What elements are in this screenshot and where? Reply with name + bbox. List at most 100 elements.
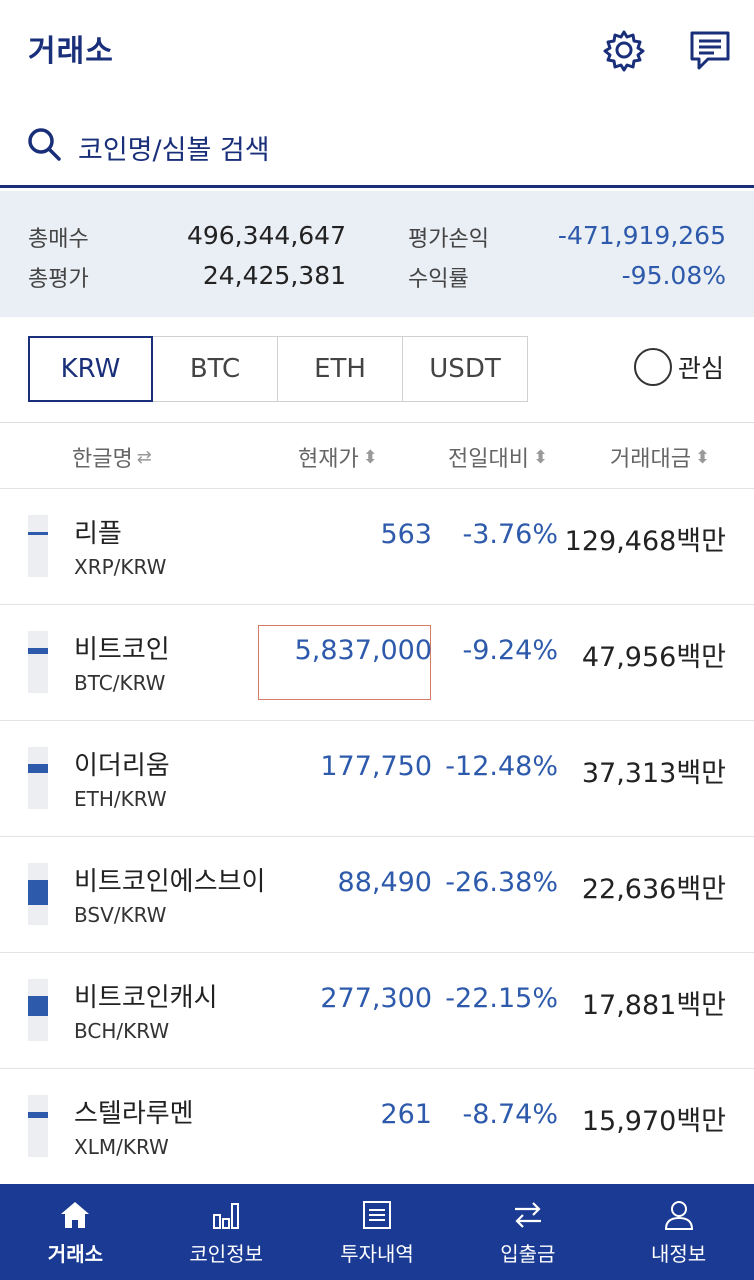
nav-coin-info[interactable]: 코인정보 xyxy=(151,1184,302,1280)
nav-deposit[interactable]: 입출금 xyxy=(452,1184,603,1280)
coin-change: -9.24% xyxy=(462,635,558,666)
favorites-toggle[interactable]: 관심 xyxy=(634,348,724,386)
total-eval-label: 총평가 xyxy=(28,267,89,292)
coin-pair: BSV/KRW xyxy=(74,903,167,927)
coin-change: -22.15% xyxy=(445,983,558,1014)
sort-icon: ⬍ xyxy=(362,446,378,468)
candle-indicator xyxy=(28,979,48,1041)
swap-icon: ⇄ xyxy=(136,446,152,468)
coin-name: 스텔라루멘 xyxy=(74,1099,194,1129)
sort-by-price[interactable]: 현재가 ⬍ xyxy=(298,441,378,473)
total-buy-value: 496,344,647 xyxy=(186,221,346,250)
total-buy-label: 총매수 xyxy=(28,227,89,252)
coin-pair: ETH/KRW xyxy=(74,787,167,811)
user-icon xyxy=(664,1200,693,1230)
coin-volume: 22,636백만 xyxy=(581,874,726,905)
coin-pair: XLM/KRW xyxy=(74,1135,169,1159)
coin-row-bsv[interactable]: 비트코인에스브이 BSV/KRW 88,490 -26.38% 22,636백만 xyxy=(0,837,754,953)
coin-name: 비트코인캐시 xyxy=(74,983,218,1013)
sort-by-change[interactable]: 전일대비 ⬍ xyxy=(448,441,548,473)
search-input[interactable]: 코인명/심볼 검색 xyxy=(78,128,270,167)
coin-change: -26.38% xyxy=(445,867,558,898)
favorites-radio[interactable] xyxy=(634,348,672,386)
candle-fill xyxy=(28,996,48,1016)
coin-row-bch[interactable]: 비트코인캐시 BCH/KRW 277,300 -22.15% 17,881백만 xyxy=(0,953,754,1069)
sort-icon: ⬍ xyxy=(532,446,549,468)
document-icon xyxy=(362,1200,391,1229)
coin-price: 277,300 xyxy=(320,983,432,1014)
gear-icon[interactable] xyxy=(602,28,646,72)
coin-volume: 37,313백만 xyxy=(581,758,726,789)
candle-indicator xyxy=(28,515,48,577)
sort-icon: ⬍ xyxy=(694,446,711,468)
total-eval-value: 24,425,381 xyxy=(202,261,346,290)
page-title: 거래소 xyxy=(28,34,114,69)
candle-fill xyxy=(28,648,48,654)
coin-change: -3.76% xyxy=(462,519,558,550)
tab-btc[interactable]: BTC xyxy=(153,336,278,402)
nav-history[interactable]: 투자내역 xyxy=(302,1184,453,1280)
candle-indicator xyxy=(28,863,48,925)
coin-price: 261 xyxy=(380,1099,432,1130)
nav-exchange-label: 거래소 xyxy=(47,1241,103,1266)
coin-volume: 17,881백만 xyxy=(581,990,726,1021)
candle-indicator xyxy=(28,747,48,809)
column-name-label: 한글명 xyxy=(72,447,133,472)
coin-name: 비트코인에스브이 xyxy=(74,867,266,897)
coin-price: 563 xyxy=(380,519,432,550)
pnl-value: -471,919,265 xyxy=(557,221,726,250)
candle-fill xyxy=(28,532,48,535)
coin-row-xrp[interactable]: 리플 XRP/KRW 563 -3.76% 129,468백만 xyxy=(0,489,754,605)
coin-price: 5,837,000 xyxy=(294,635,432,666)
coin-name: 이더리움 xyxy=(74,751,170,781)
nav-history-label: 투자내역 xyxy=(340,1241,414,1266)
home-icon xyxy=(61,1201,90,1228)
coin-pair: BTC/KRW xyxy=(74,671,166,695)
column-price-label: 현재가 xyxy=(298,447,359,472)
coin-row-xlm[interactable]: 스텔라루멘 XLM/KRW 261 -8.74% 15,970백만 xyxy=(0,1069,754,1185)
bottom-nav: 거래소 코인정보 투자내역 입출금 내정보 xyxy=(0,1184,754,1280)
nav-exchange[interactable]: 거래소 xyxy=(0,1184,151,1280)
candle-fill xyxy=(28,1112,48,1118)
bar-chart-icon xyxy=(213,1202,240,1229)
coin-volume: 129,468백만 xyxy=(564,526,726,557)
sort-by-name[interactable]: 한글명 ⇄ xyxy=(72,441,152,473)
coin-volume: 47,956백만 xyxy=(581,642,726,673)
sort-by-volume[interactable]: 거래대금 ⬍ xyxy=(610,441,710,473)
coin-row-eth[interactable]: 이더리움 ETH/KRW 177,750 -12.48% 37,313백만 xyxy=(0,721,754,837)
search-bar[interactable]: 코인명/심볼 검색 xyxy=(0,110,754,188)
search-icon xyxy=(28,128,61,161)
candle-fill xyxy=(28,880,48,905)
coin-price: 88,490 xyxy=(337,867,432,898)
nav-my-info-label: 내정보 xyxy=(650,1241,707,1266)
return-value: -95.08% xyxy=(621,261,726,290)
tab-krw[interactable]: KRW xyxy=(28,336,153,402)
candle-fill xyxy=(28,764,48,773)
portfolio-summary: 총매수 496,344,647 총평가 24,425,381 평가손익 -471… xyxy=(0,191,754,317)
coin-pair: BCH/KRW xyxy=(74,1019,170,1043)
coin-name: 비트코인 xyxy=(74,635,170,665)
candle-indicator xyxy=(28,631,48,693)
coin-price: 177,750 xyxy=(320,751,432,782)
return-label: 수익률 xyxy=(408,267,469,292)
tab-eth[interactable]: ETH xyxy=(278,336,403,402)
column-change-label: 전일대비 xyxy=(448,447,529,472)
candle-indicator xyxy=(28,1095,48,1157)
chat-icon[interactable] xyxy=(688,28,732,72)
favorites-label: 관심 xyxy=(678,354,725,383)
tab-usdt[interactable]: USDT xyxy=(403,336,528,402)
nav-coin-info-label: 코인정보 xyxy=(189,1241,263,1266)
pnl-label: 평가손익 xyxy=(408,227,489,252)
column-volume-label: 거래대금 xyxy=(610,447,691,472)
column-headers: 한글명 ⇄ 현재가 ⬍ 전일대비 ⬍ 거래대금 ⬍ xyxy=(0,422,754,489)
coin-pair: XRP/KRW xyxy=(74,555,167,579)
nav-my-info[interactable]: 내정보 xyxy=(603,1184,754,1280)
coin-change: -8.74% xyxy=(462,1099,558,1130)
coin-row-btc[interactable]: 비트코인 BTC/KRW 5,837,000 -9.24% 47,956백만 xyxy=(0,605,754,721)
transfer-icon xyxy=(514,1201,541,1228)
market-tabs: KRW BTC ETH USDT xyxy=(28,336,528,402)
coin-change: -12.48% xyxy=(445,751,558,782)
nav-deposit-label: 입출금 xyxy=(500,1241,556,1266)
coin-volume: 15,970백만 xyxy=(581,1106,726,1137)
app-header: 거래소 xyxy=(0,0,754,95)
